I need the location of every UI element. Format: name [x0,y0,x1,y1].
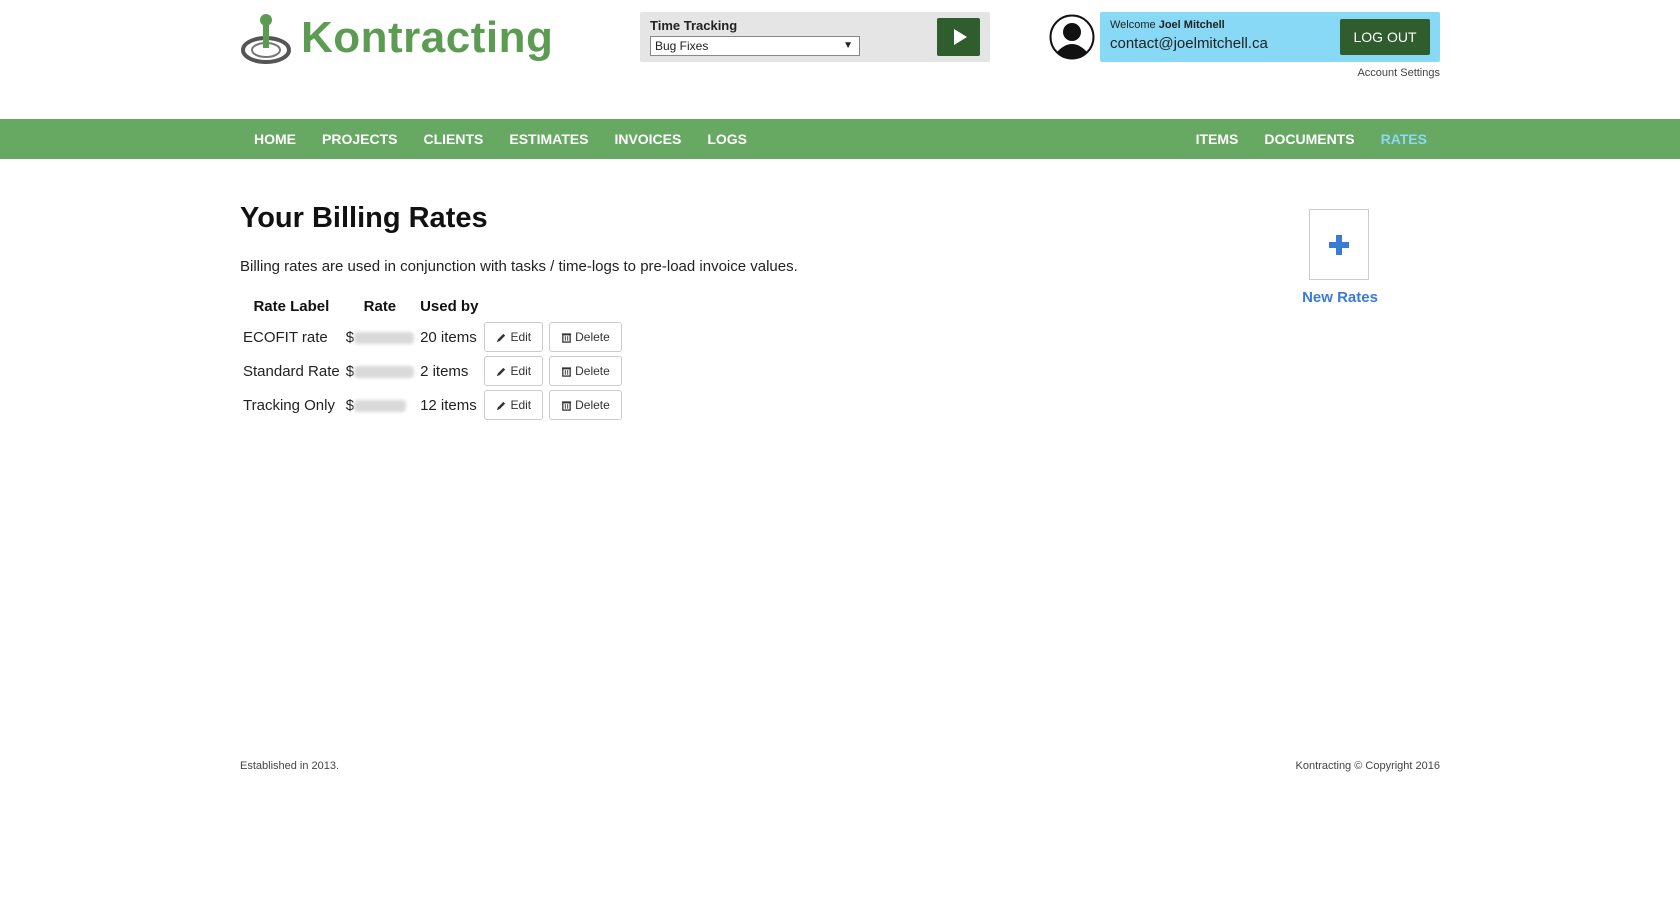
nav-item-home[interactable]: HOME [241,131,309,147]
rate-value: $ [343,388,417,422]
plus-icon [1329,234,1349,255]
delete-cell: Delete [546,320,625,354]
new-rate-button[interactable] [1309,209,1369,280]
used-by: 2 items [420,362,469,380]
edit-button[interactable]: Edit [484,356,544,386]
start-timer-button[interactable] [937,18,980,56]
play-icon [953,29,967,45]
nav-item-projects[interactable]: PROJECTS [309,131,410,147]
table-row: Tracking Only $ 12 items Edit Delete [240,388,625,422]
nav-item-logs[interactable]: LOGS [694,131,760,147]
welcome-label: Welcome [1110,19,1156,31]
avatar-icon[interactable] [1049,14,1095,60]
redacted-rate [354,365,415,378]
edit-label: Edit [510,364,532,378]
trash-icon [562,366,572,377]
account-settings-link[interactable]: Account Settings [1357,67,1440,79]
edit-cell: Edit [481,388,546,422]
pencil-icon [497,367,506,376]
nav-item-clients[interactable]: CLIENTS [410,131,496,147]
table-header-row: Rate Label Rate Used by [240,292,625,320]
delete-label: Delete [575,398,610,412]
time-tracker: Time Tracking Bug Fixes ▼ [640,12,990,62]
rate-label: Standard Rate [243,362,340,380]
new-rate-card[interactable] [1309,209,1369,280]
delete-button[interactable]: Delete [549,356,622,386]
delete-label: Delete [575,330,610,344]
nav-item-estimates[interactable]: ESTIMATES [496,131,601,147]
nav-item-invoices[interactable]: INVOICES [601,131,694,147]
brand-name: Kontracting [301,13,554,62]
welcome-text: Welcome Joel Mitchell [1110,19,1225,31]
rate-label: Tracking Only [243,396,335,414]
chevron-down-icon: ▼ [843,40,853,51]
user-panel: Welcome Joel Mitchell contact@joelmitche… [1100,12,1440,62]
main-nav: HOME PROJECTS CLIENTS ESTIMATES INVOICES… [0,119,1680,159]
delete-button[interactable]: Delete [549,390,622,420]
logo-icon [241,14,291,64]
rate-value: $ [343,354,417,388]
nav-right: ITEMS DOCUMENTS RATES [1183,119,1440,159]
redacted-rate [354,399,407,412]
delete-label: Delete [575,364,610,378]
user-name: Joel Mitchell [1158,19,1225,31]
delete-button[interactable]: Delete [549,322,622,352]
task-select[interactable]: Bug Fixes ▼ [650,36,860,56]
used-by: 20 items [420,328,477,346]
user-email: contact@joelmitchell.ca [1110,35,1268,52]
nav-item-rates[interactable]: RATES [1368,131,1440,147]
column-header-rate: Rate [363,297,397,315]
rate-label: ECOFIT rate [243,328,328,346]
currency-symbol: $ [345,328,355,346]
delete-cell: Delete [546,388,625,422]
task-select-value: Bug Fixes [655,39,709,53]
time-tracking-label: Time Tracking [650,18,738,33]
table-row: ECOFIT rate $ 20 items Edit Delete [240,320,625,354]
column-header-used-by: Used by [420,297,479,315]
redacted-rate [354,331,415,344]
trash-icon [562,332,572,343]
rates-table: Rate Label Rate Used by ECOFIT rate $ 20… [240,292,625,422]
rate-value: $ [343,320,417,354]
edit-button[interactable]: Edit [484,322,544,352]
edit-cell: Edit [481,320,546,354]
new-rates-link[interactable]: New Rates [1286,289,1394,306]
used-by: 12 items [420,396,477,414]
nav-left: HOME PROJECTS CLIENTS ESTIMATES INVOICES… [241,119,760,159]
pencil-icon [497,401,506,410]
column-header-edit [481,292,546,320]
trash-icon [562,400,572,411]
footer-established: Established in 2013. [240,760,340,772]
column-header-rate-label: Rate Label [253,297,330,315]
column-header-delete [546,292,625,320]
logout-button[interactable]: LOG OUT [1340,19,1430,55]
currency-symbol: $ [345,362,355,380]
table-row: Standard Rate $ 2 items Edit Delete [240,354,625,388]
footer-copyright: Kontracting © Copyright 2016 [1295,760,1440,772]
page-title: Your Billing Rates [240,202,488,234]
delete-cell: Delete [546,354,625,388]
nav-item-items[interactable]: ITEMS [1183,131,1252,147]
edit-button[interactable]: Edit [484,390,544,420]
nav-item-documents[interactable]: DOCUMENTS [1251,131,1367,147]
edit-label: Edit [510,330,532,344]
pencil-icon [497,333,506,342]
edit-label: Edit [510,398,532,412]
currency-symbol: $ [345,396,355,414]
edit-cell: Edit [481,354,546,388]
brand-logo[interactable]: Kontracting [241,12,553,64]
page-description: Billing rates are used in conjunction wi… [240,258,798,275]
